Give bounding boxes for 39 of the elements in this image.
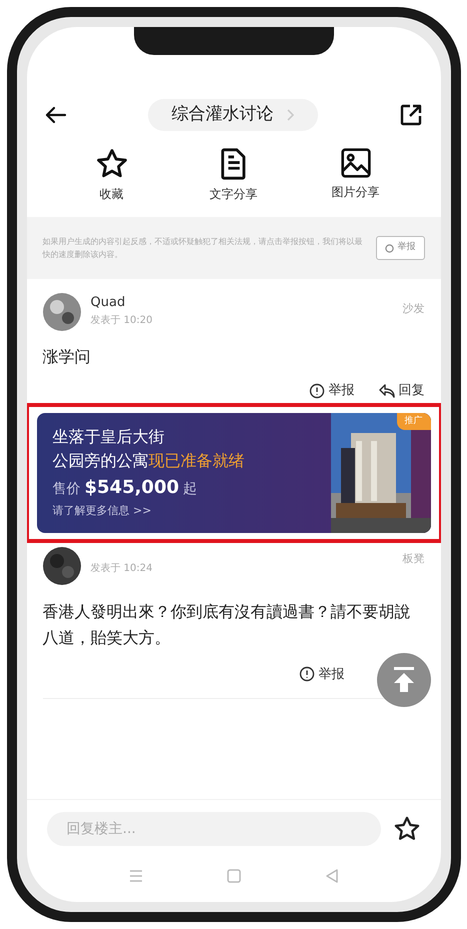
share-action-button[interactable]: 图片分享 xyxy=(310,147,400,203)
floor-label: 板凳 xyxy=(402,550,424,566)
report-button[interactable]: 举报 xyxy=(376,236,424,260)
report-icon xyxy=(384,244,394,252)
ad-price: 售价 $545,000 起 xyxy=(52,476,198,500)
promoted-badge: 推广 xyxy=(396,412,430,430)
forum-title-button[interactable]: 综合灌水讨论 xyxy=(148,99,318,131)
post-body: 香港人發明出來？你到底有沒有讀過書？請不要胡說八道，貽笑大方。 xyxy=(42,600,412,648)
username: Quad xyxy=(90,294,126,312)
document-icon xyxy=(218,147,248,181)
share-action-button[interactable]: 文字分享 xyxy=(188,147,278,203)
ad-more-link: 请了解更多信息 >> xyxy=(52,502,152,519)
image-icon xyxy=(340,147,372,179)
alert-icon xyxy=(308,382,324,399)
back-arrow-icon[interactable] xyxy=(44,106,66,124)
reply-icon xyxy=(378,384,394,398)
home-square-icon[interactable] xyxy=(226,869,240,883)
notice-text: 如果用户生成的内容引起反感，不适或怀疑触犯了相关法规，请点击举报按钮，我们将以最快的速度删除该内容。 xyxy=(42,236,364,261)
ad-headline: 坐落于皇后大街 xyxy=(52,426,166,448)
ad-banner[interactable]: 坐落于皇后大街 公园旁的公寓现已准备就绪 售价 $545,000 起 请了解更多信息 >> 推广 xyxy=(36,412,430,532)
post-time: 发表于 10:24 xyxy=(90,562,154,576)
reply-link[interactable]: 回复 xyxy=(378,381,424,400)
reply-input[interactable]: 回复楼主... xyxy=(46,812,380,846)
share-icon[interactable] xyxy=(398,103,422,127)
report-link[interactable]: 举报 xyxy=(298,664,344,684)
share-action-button[interactable]: 收藏 xyxy=(66,147,156,203)
post-body: 涨学问 xyxy=(42,346,92,368)
avatar xyxy=(42,546,80,584)
report-link[interactable]: 举报 xyxy=(308,381,354,400)
avatar xyxy=(42,293,80,331)
scroll-to-top-button[interactable] xyxy=(376,653,430,707)
chevron-right-icon xyxy=(286,109,294,121)
floor-label: 沙发 xyxy=(402,301,424,317)
menu-icon[interactable] xyxy=(128,869,142,883)
alert-icon xyxy=(298,666,314,682)
ad-headline: 公园旁的公寓现已准备就绪 xyxy=(52,450,246,472)
back-triangle-icon[interactable] xyxy=(324,869,338,883)
star-icon[interactable] xyxy=(392,815,420,843)
post-time: 发表于 10:20 xyxy=(90,314,154,328)
